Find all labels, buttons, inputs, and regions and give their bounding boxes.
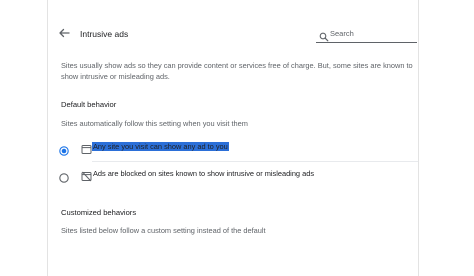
back-arrow-icon[interactable]	[56, 25, 72, 41]
page-title: Intrusive ads	[80, 29, 129, 39]
page-header: Intrusive ads	[48, 0, 418, 44]
page-description: Sites usually show ads so they can provi…	[61, 61, 413, 81]
option-block-ads-label: Ads are blocked on sites known to show i…	[93, 169, 315, 178]
search-box[interactable]	[316, 26, 417, 43]
customized-behaviors-heading: Customized behaviors	[61, 208, 137, 217]
ad-window-icon	[81, 142, 92, 154]
search-icon	[319, 29, 329, 42]
divider	[92, 161, 418, 162]
radio-selected[interactable]	[59, 143, 69, 156]
customized-behaviors-subheading: Sites listed below follow a custom setti…	[61, 226, 266, 235]
default-behavior-heading: Default behavior	[61, 100, 117, 109]
default-behavior-subheading: Sites automatically follow this setting …	[61, 119, 248, 128]
option-allow-ads-label: Any site you visit can show any ad to yo…	[92, 142, 229, 151]
radio-unselected[interactable]	[59, 170, 69, 183]
search-input[interactable]	[330, 27, 414, 39]
option-block-ads[interactable]: Ads are blocked on sites known to show i…	[48, 163, 418, 187]
option-allow-ads[interactable]: Any site you visit can show any ad to yo…	[48, 136, 418, 160]
settings-panel: Intrusive ads Sites usually show ads so …	[47, 0, 419, 276]
ad-blocked-icon	[81, 169, 92, 182]
